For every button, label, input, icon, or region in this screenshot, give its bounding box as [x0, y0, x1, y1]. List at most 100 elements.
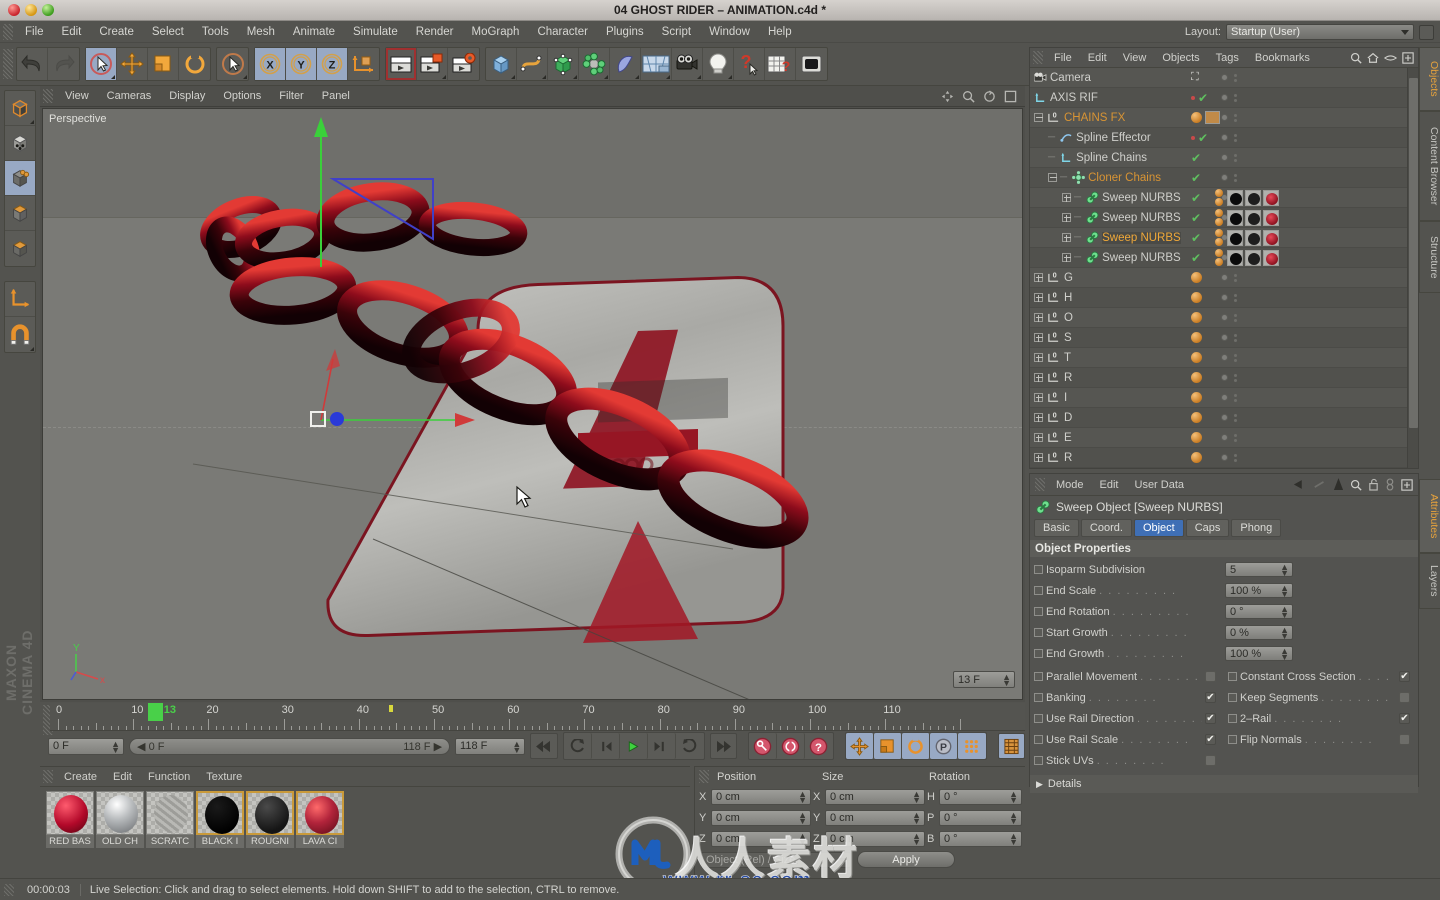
material-tag-icon[interactable]: [1191, 292, 1202, 303]
visibility-dots[interactable]: [1215, 373, 1259, 383]
tab-layers[interactable]: Layers: [1419, 553, 1440, 609]
material-swatch-rough[interactable]: [1245, 209, 1261, 226]
object-tags[interactable]: [1191, 452, 1202, 463]
material-swatch-rough[interactable]: [1245, 249, 1261, 266]
visibility-dots[interactable]: [1215, 453, 1259, 463]
selection-mode-button[interactable]: [217, 48, 248, 80]
go-to-start-button[interactable]: [530, 733, 558, 759]
material-preview[interactable]: [296, 791, 344, 835]
visibility-toggle[interactable]: [1234, 313, 1237, 323]
add-camera-button[interactable]: [672, 48, 703, 80]
visibility-toggle[interactable]: [1234, 373, 1237, 383]
polygons-mode-button[interactable]: [5, 196, 35, 231]
attr-menu-user-data[interactable]: User Data: [1127, 474, 1193, 496]
object-tags[interactable]: [1191, 392, 1202, 403]
rotate-button[interactable]: [179, 48, 210, 80]
back-arrow-icon[interactable]: [1293, 479, 1307, 490]
previous-frame-button[interactable]: [592, 733, 620, 759]
content-browser-button[interactable]: [796, 48, 827, 80]
material-swatch-black[interactable]: [1227, 189, 1243, 206]
stepper-icon[interactable]: ▲ ▼: [512, 739, 521, 754]
current-frame-field[interactable]: 13 F ▲ ▼: [953, 671, 1015, 688]
maximize-icon[interactable]: [1004, 90, 1017, 103]
material-swatch-black[interactable]: [1227, 249, 1243, 266]
object-tags[interactable]: ✔: [1191, 132, 1208, 144]
material-tag-icon[interactable]: [1191, 332, 1202, 343]
autokeying-button[interactable]: [777, 733, 805, 759]
key-parameter-button[interactable]: P: [929, 733, 958, 759]
enable-dot[interactable]: [1221, 294, 1228, 301]
property-anim-toggle[interactable]: [1034, 628, 1043, 637]
visibility-dots[interactable]: [1215, 73, 1259, 83]
property-anim-toggle[interactable]: [1034, 714, 1043, 723]
material-swatch-black[interactable]: [1227, 229, 1243, 246]
mat-menu-texture[interactable]: Texture: [198, 767, 250, 787]
visibility-toggle[interactable]: [1234, 433, 1237, 443]
material-preview[interactable]: [146, 791, 194, 835]
attr-menu-edit[interactable]: Edit: [1092, 474, 1127, 496]
visibility-dots[interactable]: [1215, 113, 1259, 123]
menu-file[interactable]: File: [16, 21, 53, 43]
key-rotation-button[interactable]: [901, 733, 930, 759]
pin-icon[interactable]: [1313, 479, 1327, 490]
render-picture-viewer-button[interactable]: [417, 48, 448, 80]
expand-icon[interactable]: [1034, 453, 1043, 462]
object-tree-scrollbar[interactable]: [1407, 68, 1418, 468]
playhead[interactable]: [147, 703, 163, 721]
menu-character[interactable]: Character: [528, 21, 597, 43]
size-field[interactable]: 0 cm ▲ ▼: [825, 788, 925, 805]
visibility-dots[interactable]: [1215, 293, 1259, 303]
enable-dot[interactable]: [1221, 134, 1228, 141]
object-row[interactable]: 0D: [1030, 408, 1418, 428]
add-light-button[interactable]: [703, 48, 734, 80]
timeline-ruler[interactable]: 0 10 20 30 40 50 60 70 80 90 100 110 13: [50, 703, 1025, 731]
expand-icon[interactable]: [1034, 393, 1043, 402]
material-item[interactable]: SCRATC: [146, 791, 194, 848]
enable-dot[interactable]: [1221, 114, 1228, 121]
object-row[interactable]: 0R: [1030, 368, 1418, 388]
material-list[interactable]: RED BAS OLD CH SCRATC BLACK I ROUGNI LAVA CI: [40, 787, 690, 848]
material-tag-icon[interactable]: [1191, 412, 1202, 423]
preview-range-bar[interactable]: ◀ 0 F 118 F ▶: [129, 737, 451, 755]
model-mode-button[interactable]: [5, 91, 35, 126]
add-cube-button[interactable]: [486, 48, 517, 80]
material-tag-icon[interactable]: [1191, 112, 1202, 123]
object-tags[interactable]: [1191, 292, 1202, 303]
material-item[interactable]: OLD CH: [96, 791, 144, 848]
object-tags[interactable]: [1191, 332, 1202, 343]
add-icon[interactable]: [1401, 478, 1413, 491]
stepper-icon[interactable]: ▲ ▼: [1009, 789, 1018, 804]
material-swatch-rough[interactable]: [1245, 229, 1261, 246]
enable-dot[interactable]: [1221, 454, 1228, 461]
material-tag-group[interactable]: [1215, 209, 1223, 226]
enable-dot[interactable]: [1221, 334, 1228, 341]
object-tags[interactable]: ✔: [1191, 252, 1201, 264]
material-tag-group[interactable]: [1215, 249, 1223, 266]
visibility-dots[interactable]: [1215, 393, 1259, 403]
menu-mograph[interactable]: MoGraph: [463, 21, 529, 43]
object-row[interactable]: ─ Sweep NURBS ✔: [1030, 228, 1418, 248]
play-button[interactable]: [620, 733, 648, 759]
material-swatch-black[interactable]: [1227, 209, 1243, 226]
object-material-tags[interactable]: [1215, 209, 1279, 226]
material-item[interactable]: ROUGNI: [246, 791, 294, 848]
expand-icon[interactable]: [1062, 193, 1071, 202]
object-row[interactable]: 0I: [1030, 388, 1418, 408]
key-pla-button[interactable]: [957, 733, 986, 759]
objmgr-menu-objects[interactable]: Objects: [1154, 48, 1207, 68]
expand-icon[interactable]: [1034, 353, 1043, 362]
object-material-tags[interactable]: [1215, 229, 1279, 246]
viewport-canvas[interactable]: Perspective Y x: [42, 108, 1023, 700]
enable-dot[interactable]: [1221, 174, 1228, 181]
object-row[interactable]: 0O: [1030, 308, 1418, 328]
property-value-field[interactable]: 5 ▲ ▼: [1225, 562, 1293, 578]
search-icon[interactable]: [1350, 479, 1362, 491]
record-active-objects-button[interactable]: [749, 733, 777, 759]
material-swatch-lava[interactable]: [1263, 209, 1279, 226]
position-field[interactable]: 0 cm ▲ ▼: [711, 809, 811, 826]
layout-select[interactable]: Startup (User): [1226, 24, 1414, 40]
object-row[interactable]: 0S: [1030, 328, 1418, 348]
position-field[interactable]: 0 cm ▲ ▼: [711, 830, 811, 847]
undo-button[interactable]: [17, 48, 48, 80]
apply-button[interactable]: Apply: [857, 851, 955, 868]
